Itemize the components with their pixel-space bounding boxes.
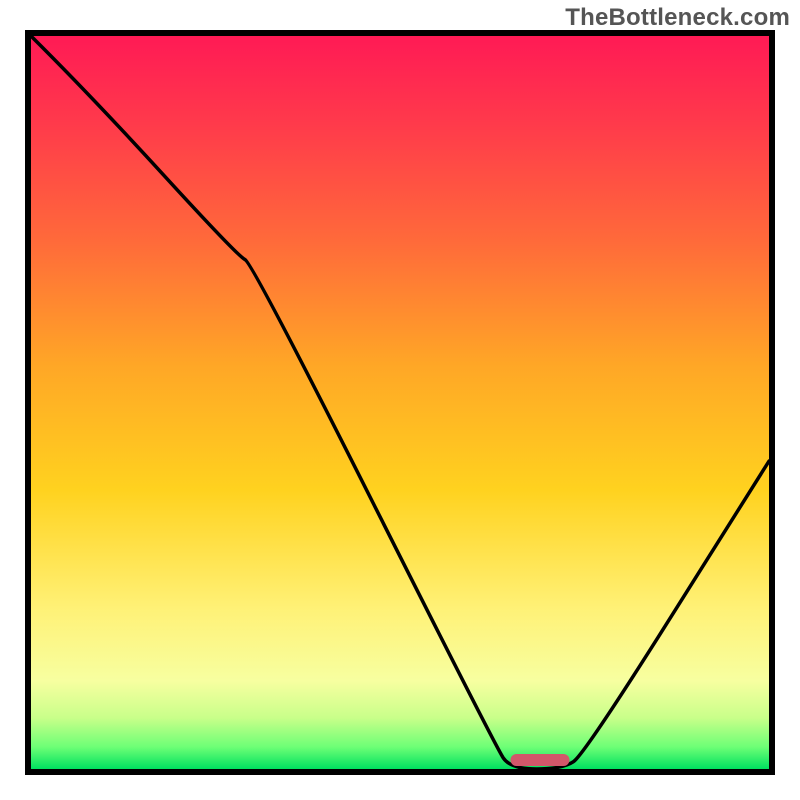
bottleneck-curve — [31, 36, 769, 769]
plot-area — [25, 30, 775, 775]
optimal-range-marker — [511, 754, 570, 766]
bottleneck-chart: TheBottleneck.com — [0, 0, 800, 800]
watermark-text: TheBottleneck.com — [565, 4, 790, 32]
